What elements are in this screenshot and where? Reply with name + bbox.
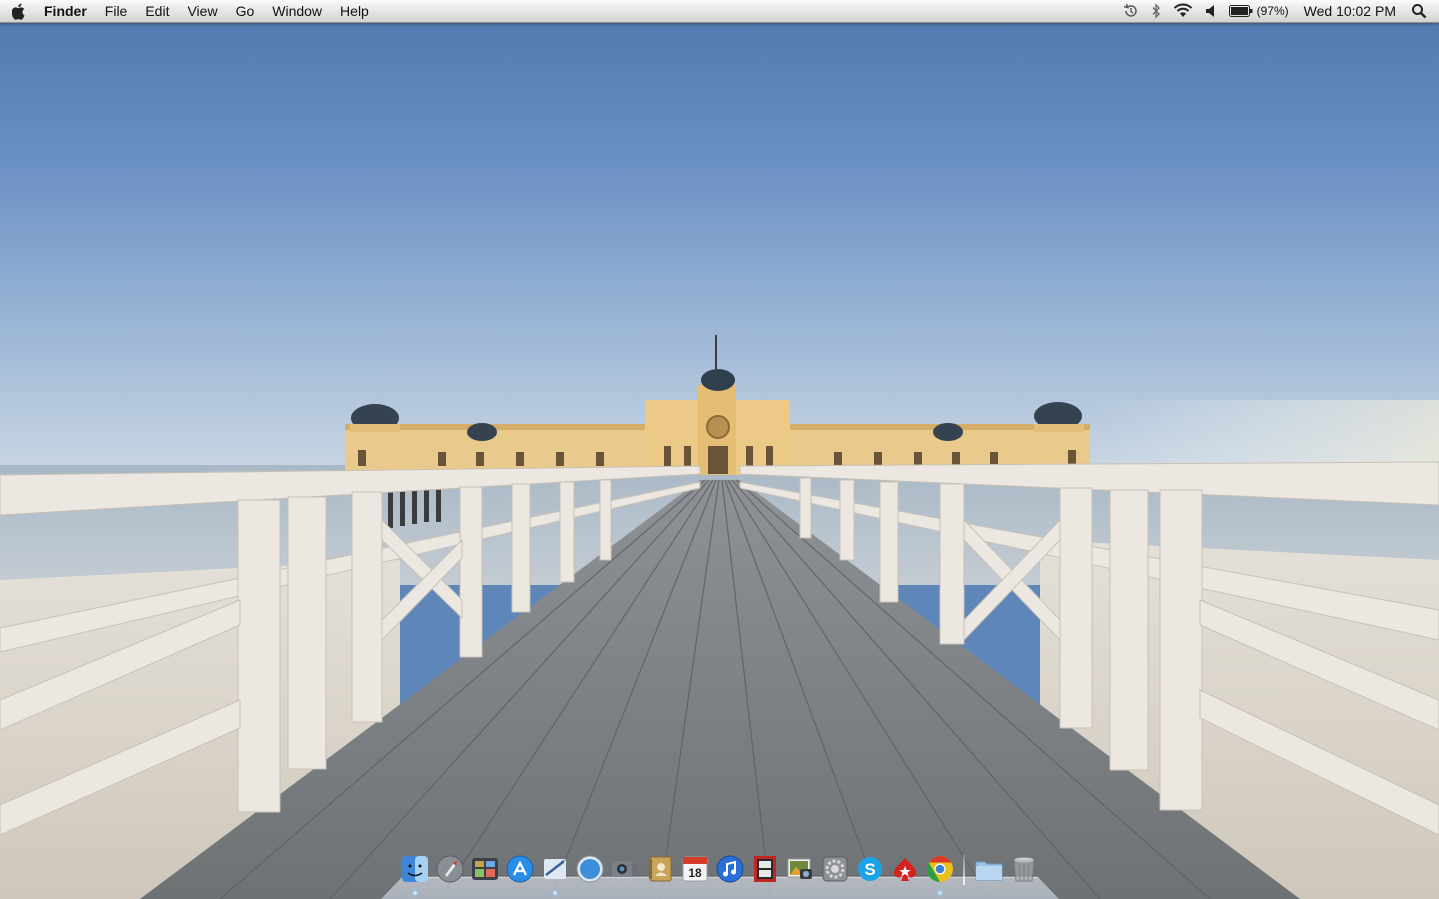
skype-icon: S (857, 857, 882, 881)
running-indicator (552, 891, 557, 895)
dock-trash[interactable] (1009, 853, 1039, 885)
dock-calendar[interactable]: 18 (680, 853, 710, 885)
running-indicator (412, 891, 417, 895)
dock: 18 S (381, 851, 1059, 899)
photo-booth-icon (753, 856, 776, 882)
pokerstars-icon (893, 858, 916, 881)
dock-icons: 18 S (397, 853, 1041, 895)
menu-file[interactable]: File (96, 0, 137, 22)
spotlight-button[interactable] (1405, 0, 1433, 22)
battery-status[interactable]: (97%) (1223, 0, 1295, 22)
dock-separator (963, 855, 965, 885)
volume-status[interactable] (1199, 0, 1223, 22)
app-store-icon (506, 855, 533, 883)
dock-contacts[interactable] (645, 853, 675, 885)
dock-chrome[interactable] (925, 853, 955, 895)
menu-go[interactable]: Go (227, 0, 264, 22)
dock-launchpad[interactable] (435, 853, 465, 885)
dock-mission-control[interactable] (470, 853, 500, 885)
time-machine-status[interactable] (1116, 0, 1145, 22)
apple-menu[interactable] (0, 0, 38, 22)
menu-app-name[interactable]: Finder (38, 0, 96, 22)
mission-control-icon (471, 858, 498, 880)
dock-finder[interactable] (400, 853, 430, 895)
svg-text:S: S (864, 860, 875, 879)
dock-photo-booth[interactable] (750, 853, 780, 885)
contacts-icon (648, 856, 671, 882)
finder-icon (401, 856, 428, 882)
wifi-icon (1173, 3, 1192, 17)
system-preferences-icon (822, 856, 847, 882)
dock-system-preferences[interactable] (820, 853, 850, 885)
menu-view[interactable]: View (178, 0, 226, 22)
menu-help[interactable]: Help (331, 0, 378, 22)
dock-safari[interactable] (575, 853, 605, 885)
battery-percent: (97%) (1256, 4, 1289, 18)
dock-applications-folder[interactable] (974, 853, 1004, 885)
desktop-wallpaper (0, 0, 1439, 899)
trash-icon (1013, 856, 1034, 882)
menu-window[interactable]: Window (263, 0, 331, 22)
chrome-icon (926, 855, 953, 883)
pier-wallpaper-image (0, 0, 1439, 899)
launchpad-icon (436, 855, 463, 883)
calendar-day: 18 (688, 866, 702, 880)
facetime-icon (611, 861, 638, 877)
mail-icon (543, 859, 566, 879)
running-indicator (937, 891, 942, 895)
menu-bar: Finder File Edit View Go Window Help (97… (0, 0, 1439, 23)
applications-folder-icon (975, 861, 1002, 881)
menu-clock[interactable]: Wed 10:02 PM (1295, 3, 1405, 19)
safari-icon (576, 855, 603, 883)
dock-pokerstars[interactable] (890, 853, 920, 885)
dock-skype[interactable]: S (855, 853, 885, 885)
bluetooth-icon (1152, 3, 1160, 19)
dock-iphoto[interactable] (785, 853, 815, 885)
speaker-icon (1205, 5, 1214, 17)
wifi-status[interactable] (1167, 0, 1199, 22)
dock-itunes[interactable] (715, 853, 745, 885)
calendar-icon: 18 (682, 856, 707, 882)
dock-app-store[interactable] (505, 853, 535, 885)
time-machine-icon (1123, 3, 1137, 17)
apple-logo-icon (11, 3, 24, 20)
dock-mail[interactable] (540, 853, 570, 895)
search-icon (1412, 4, 1427, 19)
bluetooth-status[interactable] (1145, 0, 1167, 22)
menu-edit[interactable]: Edit (136, 0, 178, 22)
battery-icon (1228, 5, 1253, 17)
iphoto-icon (787, 858, 812, 879)
dock-facetime[interactable] (610, 853, 640, 885)
itunes-icon (716, 855, 743, 883)
